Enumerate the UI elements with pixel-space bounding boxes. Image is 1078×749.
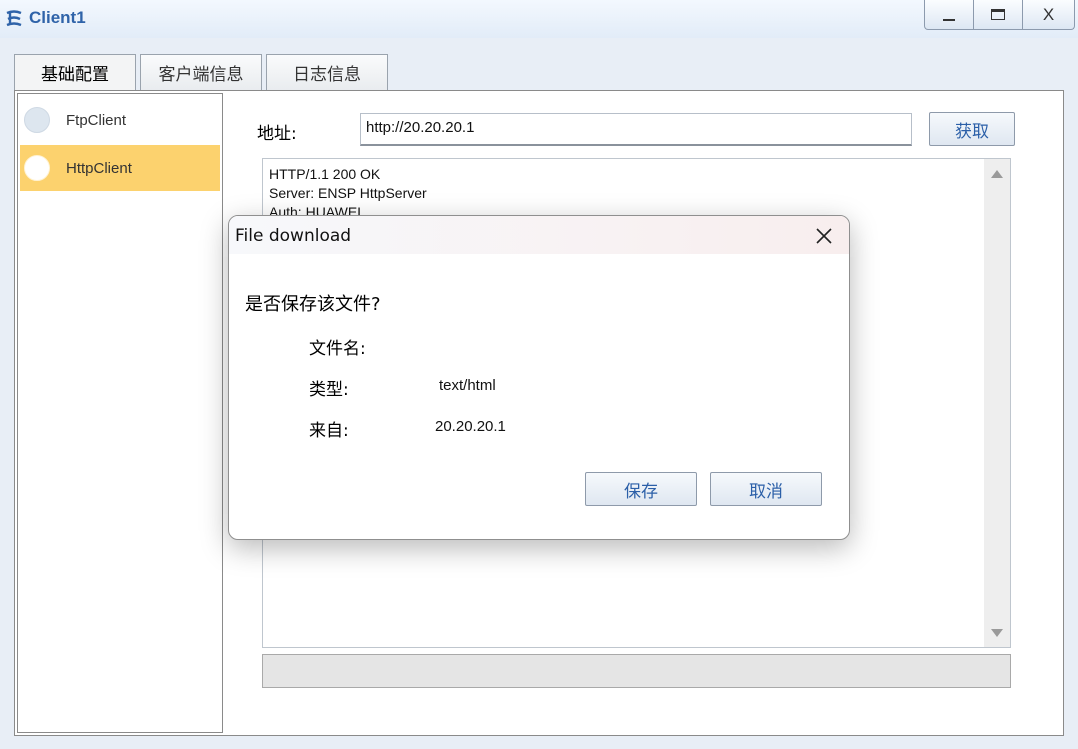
sidebar-item-httpclient[interactable]: HttpClient: [20, 145, 220, 191]
tab-log-info[interactable]: 日志信息: [266, 54, 388, 90]
close-icon: X: [1042, 4, 1055, 24]
type-value: text/html: [439, 377, 496, 394]
sidebar-item-ftpclient[interactable]: FtpClient: [20, 97, 220, 143]
tab-basic-config[interactable]: 基础配置: [14, 54, 136, 90]
app-icon: [6, 10, 22, 27]
dialog-close-icon[interactable]: [809, 221, 839, 251]
ftpclient-icon: [24, 107, 50, 133]
save-button[interactable]: 保存: [585, 472, 697, 506]
sidebar-item-label: FtpClient: [66, 111, 127, 129]
window-title: Client1: [29, 8, 86, 27]
fetch-button[interactable]: 获取: [929, 112, 1015, 146]
scroll-down-icon[interactable]: [991, 629, 1003, 637]
httpclient-icon: [24, 155, 50, 181]
close-window-button[interactable]: X: [1022, 0, 1075, 30]
status-bar: [262, 654, 1011, 688]
response-scrollbar[interactable]: [984, 159, 1010, 647]
from-label: 来自:: [309, 421, 349, 441]
tab-client-info[interactable]: 客户端信息: [140, 54, 262, 90]
maximize-button[interactable]: [973, 0, 1023, 30]
sidebar-item-label: HttpClient: [66, 159, 132, 177]
client-type-list: FtpClient HttpClient: [17, 93, 223, 733]
address-input[interactable]: http://20.20.20.1: [360, 113, 912, 146]
dialog-title: File download: [235, 226, 352, 246]
minimize-button[interactable]: [924, 0, 974, 30]
maximize-icon: [991, 9, 1005, 20]
dialog-title-bar: File download: [229, 216, 849, 254]
title-bar: Client1 X: [0, 0, 1078, 38]
filename-label: 文件名:: [309, 339, 366, 359]
file-download-dialog: File download 是否保存该文件? 文件名: 类型: text/htm…: [228, 215, 850, 540]
cancel-button[interactable]: 取消: [710, 472, 822, 506]
from-value: 20.20.20.1: [435, 418, 506, 435]
address-label: 地址:: [257, 124, 297, 144]
minimize-icon: [943, 18, 955, 21]
scroll-up-icon[interactable]: [991, 170, 1003, 178]
response-text: HTTP/1.1 200 OK Server: ENSP HttpServer …: [269, 166, 427, 217]
save-question: 是否保存该文件?: [245, 294, 381, 315]
type-label: 类型:: [309, 380, 349, 400]
